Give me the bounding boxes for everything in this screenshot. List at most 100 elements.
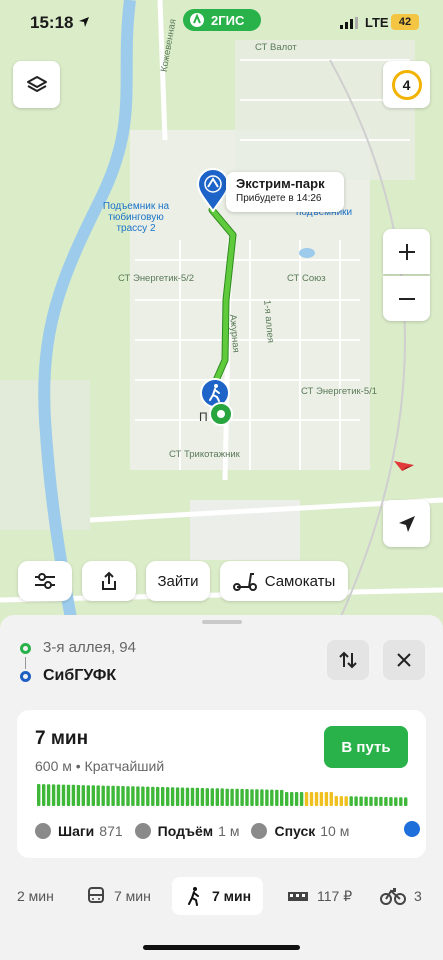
elevation-bar — [175, 787, 180, 806]
elevation-bar — [81, 785, 85, 806]
elevation-bar — [384, 797, 388, 806]
elevation-bar — [141, 786, 145, 806]
destination-dot-icon — [20, 671, 31, 682]
stat-ascent: Подъём 1 м — [134, 823, 240, 839]
mode-taxi-price: 117 ₽ — [317, 887, 353, 904]
origin-field[interactable]: 3-я аллея, 94 — [43, 639, 136, 656]
elevation-bar — [121, 786, 125, 806]
elevation-bar — [126, 786, 130, 806]
elevation-bar — [359, 796, 363, 806]
walker-info-icon[interactable] — [404, 821, 420, 837]
elevation-bar — [106, 785, 110, 806]
elevation-bar — [200, 788, 205, 806]
elevation-bar — [374, 796, 378, 806]
mode-walk-time: 7 мин — [212, 888, 252, 904]
elevation-bar — [394, 797, 398, 806]
route-sheet: 3-я аллея, 94 СибГУФК 7 мин 600 м • Крат… — [0, 615, 443, 960]
elevation-bar — [235, 788, 239, 806]
elevation-bar — [210, 788, 214, 806]
mode-walk[interactable]: 7 мин — [172, 877, 264, 915]
destination-pin-icon[interactable] — [196, 168, 230, 212]
origin-dot-icon — [20, 643, 31, 654]
brand-badge[interactable]: 2ГИС — [183, 9, 261, 31]
stat-ascent-value: 1 м — [218, 823, 240, 839]
elevation-bar — [166, 787, 170, 806]
map-label-soyuz: СТ Союз — [287, 273, 326, 284]
elevation-bar — [334, 796, 338, 806]
sliders-icon — [35, 573, 55, 589]
scooter-icon — [232, 573, 257, 591]
share-button[interactable] — [82, 561, 136, 601]
battery-level: 42 — [398, 16, 412, 28]
destination-field[interactable]: СибГУФК — [43, 667, 116, 685]
my-location-button[interactable] — [383, 500, 430, 547]
status-time: 15:18 — [30, 13, 74, 32]
map-label-energetik-51: СТ Энергетик-5/1 — [301, 386, 378, 397]
walk-icon — [188, 887, 199, 906]
close-route-button[interactable] — [383, 640, 425, 680]
bicycle-icon — [380, 888, 406, 905]
zoom-in-button[interactable] — [383, 229, 430, 274]
stat-ascent-label: Подъём — [157, 823, 214, 839]
elevation-bar — [240, 788, 244, 806]
start-point-label: П — [199, 410, 208, 424]
elevation-bar — [66, 784, 71, 806]
route-settings-button[interactable] — [18, 561, 72, 601]
floor-level-badge: 4 — [391, 69, 422, 100]
scooters-label: Самокаты — [264, 572, 336, 590]
elevation-bar — [151, 786, 155, 806]
elevation-bar — [42, 784, 46, 806]
start-navigation-button[interactable]: В путь — [324, 726, 408, 768]
floor-level-button[interactable]: 4 — [383, 61, 430, 108]
layers-button[interactable] — [13, 61, 60, 108]
elevation-bar — [275, 789, 279, 806]
destination-callout[interactable]: Экстрим-парк Прибудете в 14:26 — [226, 172, 344, 212]
mode-car[interactable]: 2 мин — [17, 877, 54, 915]
plus-icon — [398, 243, 415, 260]
footprint-icon — [35, 823, 51, 839]
scooters-button[interactable]: Самокаты — [220, 561, 348, 601]
map-view[interactable]: Подъемник на тюбинговую трассу 2 подъемн… — [0, 0, 443, 640]
destination-name: Экстрим-парк — [236, 176, 325, 191]
elevation-bar — [116, 785, 120, 806]
enter-button[interactable]: Зайти — [146, 561, 210, 601]
stat-steps-value: 871 — [99, 823, 123, 839]
elevation-bar — [37, 784, 41, 806]
elevation-bar — [76, 785, 81, 806]
map-label-lift: Подъемник на тюбинговую трассу 2 — [102, 201, 170, 234]
swap-route-button[interactable] — [327, 640, 369, 680]
mode-taxi[interactable]: 117 ₽ — [287, 877, 352, 915]
elevation-bar — [265, 789, 269, 806]
elevation-bar — [354, 796, 358, 806]
elevation-bar — [314, 792, 319, 806]
route-option-card[interactable]: 7 мин 600 м • Кратчайший В путь Шаги 871… — [17, 710, 426, 858]
mode-bike-time: 3 — [414, 888, 422, 904]
elevation-bar — [349, 796, 353, 806]
elevation-bar — [285, 792, 289, 806]
zoom-out-button[interactable] — [383, 276, 430, 321]
stat-steps: Шаги 871 — [35, 823, 123, 839]
elevation-bar — [195, 787, 200, 806]
stat-descent-label: Спуск — [274, 823, 316, 839]
elevation-bar — [329, 792, 333, 806]
elevation-bar — [146, 786, 150, 806]
battery-icon: 42 — [391, 14, 419, 30]
route-connector — [25, 657, 26, 669]
bus-icon — [88, 887, 104, 903]
navigation-arrow-icon — [398, 515, 415, 532]
mode-car-time: 2 мин — [17, 888, 54, 904]
elevation-bar — [136, 786, 140, 806]
descent-arrow-icon — [251, 823, 268, 839]
mode-bike[interactable]: 3 — [380, 877, 422, 915]
stat-steps-label: Шаги — [58, 823, 95, 839]
elevation-bar — [270, 789, 274, 806]
elevation-bar — [111, 785, 115, 806]
mode-bus[interactable]: 7 мин — [86, 877, 151, 915]
compass-icon[interactable] — [384, 443, 428, 487]
taxi-icon — [288, 892, 308, 901]
route-meta: 600 м • Кратчайший — [35, 758, 165, 774]
elevation-bar — [304, 792, 309, 806]
elevation-bar — [91, 785, 95, 806]
sheet-grabber[interactable] — [202, 620, 242, 624]
destination-eta: Прибудете в 14:26 — [236, 193, 322, 204]
